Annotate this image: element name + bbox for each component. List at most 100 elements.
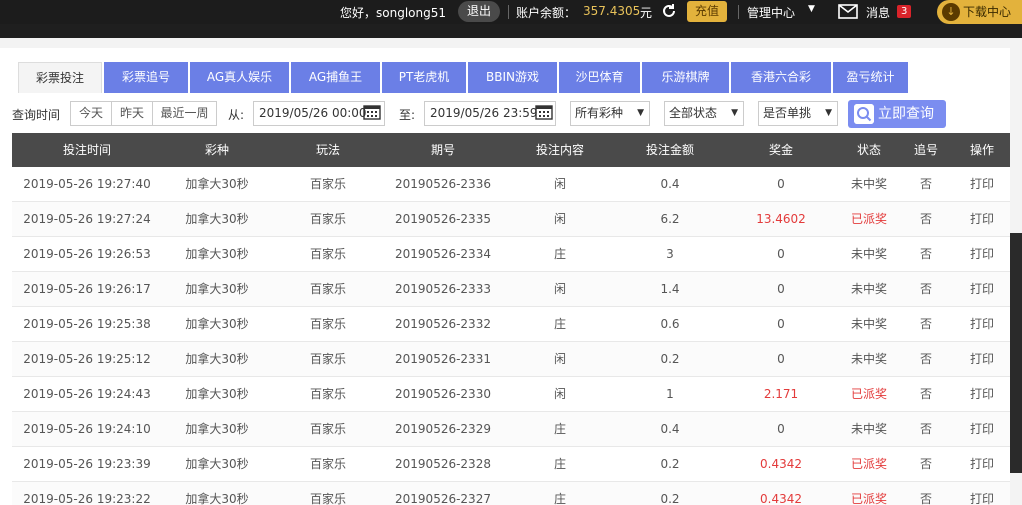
cell-status: 未中奖 — [850, 352, 887, 366]
logout-button[interactable]: 退出 — [458, 1, 501, 22]
cell-lottery: 加拿大30秒 — [185, 422, 249, 436]
recharge-button[interactable]: 充值 — [687, 1, 728, 22]
cell-bet-amount: 0.2 — [660, 492, 680, 505]
calendar-icon[interactable] — [535, 104, 553, 120]
single-bet-value: 是否单挑 — [763, 106, 812, 120]
mail-icon[interactable] — [838, 4, 858, 19]
print-link[interactable]: 打印 — [957, 447, 1007, 482]
cell-bet-content: 庄 — [553, 492, 566, 505]
cell-bet-content: 闲 — [553, 282, 566, 296]
cell-chase: 否 — [919, 387, 932, 401]
table-body: 2019-05-26 19:27:40 加拿大30秒 百家乐 20190526-233… — [12, 167, 1010, 505]
tab-saba-sports[interactable]: 沙巴体育 — [559, 62, 640, 93]
print-link[interactable]: 打印 — [957, 412, 1007, 447]
tab-lottery-bet[interactable]: 彩票投注 — [18, 62, 102, 93]
table-row: 2019-05-26 19:24:10 加拿大30秒 百家乐 20190526-232… — [12, 412, 1010, 447]
print-link[interactable]: 打印 — [957, 202, 1007, 237]
divider — [738, 5, 739, 19]
refresh-icon[interactable] — [660, 2, 678, 20]
tab-hk-mark-six[interactable]: 香港六合彩 — [731, 62, 831, 93]
cell-game-type: 百家乐 — [309, 282, 346, 296]
cell-bet-amount: 0.4 — [660, 422, 680, 436]
status-value: 全部状态 — [669, 106, 718, 120]
query-button[interactable]: 立即查询 — [848, 100, 946, 128]
tab-lottery-chase[interactable]: 彩票追号 — [104, 62, 188, 93]
column-header-action: 操作 — [969, 143, 994, 157]
column-header-status: 状态 — [856, 143, 881, 157]
cell-lottery: 加拿大30秒 — [185, 317, 249, 331]
cell-chase: 否 — [919, 177, 932, 191]
cell-game-type: 百家乐 — [309, 177, 346, 191]
cell-chase: 否 — [919, 212, 932, 226]
cell-bet-time: 2019-05-26 19:23:22 — [23, 492, 151, 505]
cell-bet-content: 庄 — [553, 247, 566, 261]
last-week-button[interactable]: 最近一周 — [152, 101, 217, 126]
cell-chase: 否 — [919, 422, 932, 436]
table-row: 2019-05-26 19:25:38 加拿大30秒 百家乐 20190526-233… — [12, 307, 1010, 342]
table-row: 2019-05-26 19:27:24 加拿大30秒 百家乐 20190526-233… — [12, 202, 1010, 237]
cell-status: 未中奖 — [850, 317, 887, 331]
cell-bet-time: 2019-05-26 19:25:12 — [23, 352, 151, 366]
cell-bet-content: 闲 — [553, 177, 566, 191]
cell-bet-content: 庄 — [553, 422, 566, 436]
cell-status: 已派奖 — [850, 387, 887, 401]
print-link[interactable]: 打印 — [957, 167, 1007, 202]
print-link[interactable]: 打印 — [957, 377, 1007, 412]
cell-game-type: 百家乐 — [309, 212, 346, 226]
print-link[interactable]: 打印 — [957, 482, 1007, 505]
tab-ag-fishing[interactable]: AG捕鱼王 — [291, 62, 380, 93]
table-row: 2019-05-26 19:27:40 加拿大30秒 百家乐 20190526-233… — [12, 167, 1010, 202]
status-select[interactable]: 全部状态 ▼ — [664, 101, 744, 126]
side-panel-edge — [1010, 233, 1022, 473]
management-menu[interactable]: 管理中心 — [747, 4, 795, 21]
tab-profit-loss[interactable]: 盈亏统计 — [833, 62, 908, 93]
cell-bet-amount: 1 — [666, 387, 674, 401]
query-time-label: 查询时间 — [12, 108, 61, 122]
chevron-down-icon: ▼ — [637, 108, 644, 118]
cell-status: 未中奖 — [850, 177, 887, 191]
single-bet-select[interactable]: 是否单挑 ▼ — [758, 101, 838, 126]
cell-chase: 否 — [919, 352, 932, 366]
cell-chase: 否 — [919, 317, 932, 331]
greeting-text: 您好，songlong51 — [340, 6, 446, 20]
cell-prize: 0.4342 — [760, 492, 802, 505]
chevron-down-icon[interactable]: ▼ — [808, 4, 815, 14]
table-row: 2019-05-26 19:26:53 加拿大30秒 百家乐 20190526-233… — [12, 237, 1010, 272]
tab-ag-live[interactable]: AG真人娱乐 — [190, 62, 289, 93]
cell-bet-amount: 6.2 — [660, 212, 680, 226]
messages-link[interactable]: 消息 — [866, 4, 890, 21]
cell-bet-time: 2019-05-26 19:23:39 — [23, 457, 151, 471]
calendar-icon[interactable] — [363, 104, 381, 120]
tab-pt-slots[interactable]: PT老虎机 — [382, 62, 466, 93]
to-label: 至: — [399, 108, 416, 122]
column-header-bet-time: 投注时间 — [62, 143, 111, 157]
column-header-bet-amount: 投注金额 — [645, 143, 694, 157]
cell-prize: 0.4342 — [760, 457, 802, 471]
yesterday-button[interactable]: 昨天 — [111, 101, 153, 126]
table-row: 2019-05-26 19:24:43 加拿大30秒 百家乐 20190526-233… — [12, 377, 1010, 412]
cell-period: 20190526-2334 — [395, 247, 491, 261]
print-link[interactable]: 打印 — [957, 237, 1007, 272]
cell-status: 已派奖 — [850, 212, 887, 226]
print-link[interactable]: 打印 — [957, 272, 1007, 307]
cell-bet-content: 庄 — [553, 317, 566, 331]
balance-label: 账户余额： — [516, 6, 577, 20]
download-icon: ↓ — [942, 3, 960, 21]
query-button-label: 立即查询 — [878, 106, 934, 122]
cell-prize: 0 — [777, 422, 785, 436]
tab-bbin[interactable]: BBIN游戏 — [468, 62, 557, 93]
lottery-type-select[interactable]: 所有彩种 ▼ — [570, 101, 650, 126]
cell-period: 20190526-2327 — [395, 492, 491, 505]
cell-period: 20190526-2328 — [395, 457, 491, 471]
cell-period: 20190526-2333 — [395, 282, 491, 296]
cell-game-type: 百家乐 — [309, 352, 346, 366]
cell-period: 20190526-2331 — [395, 352, 491, 366]
cell-bet-time: 2019-05-26 19:27:40 — [23, 177, 151, 191]
cell-game-type: 百家乐 — [309, 317, 346, 331]
today-button[interactable]: 今天 — [70, 101, 112, 126]
content-area: 彩票投注 彩票追号 AG真人娱乐 AG捕鱼王 PT老虎机 BBIN游戏 沙巴体育… — [0, 48, 1010, 505]
print-link[interactable]: 打印 — [957, 342, 1007, 377]
tab-leyou-chess[interactable]: 乐游棋牌 — [642, 62, 729, 93]
cell-prize: 2.171 — [763, 387, 799, 401]
print-link[interactable]: 打印 — [957, 307, 1007, 342]
